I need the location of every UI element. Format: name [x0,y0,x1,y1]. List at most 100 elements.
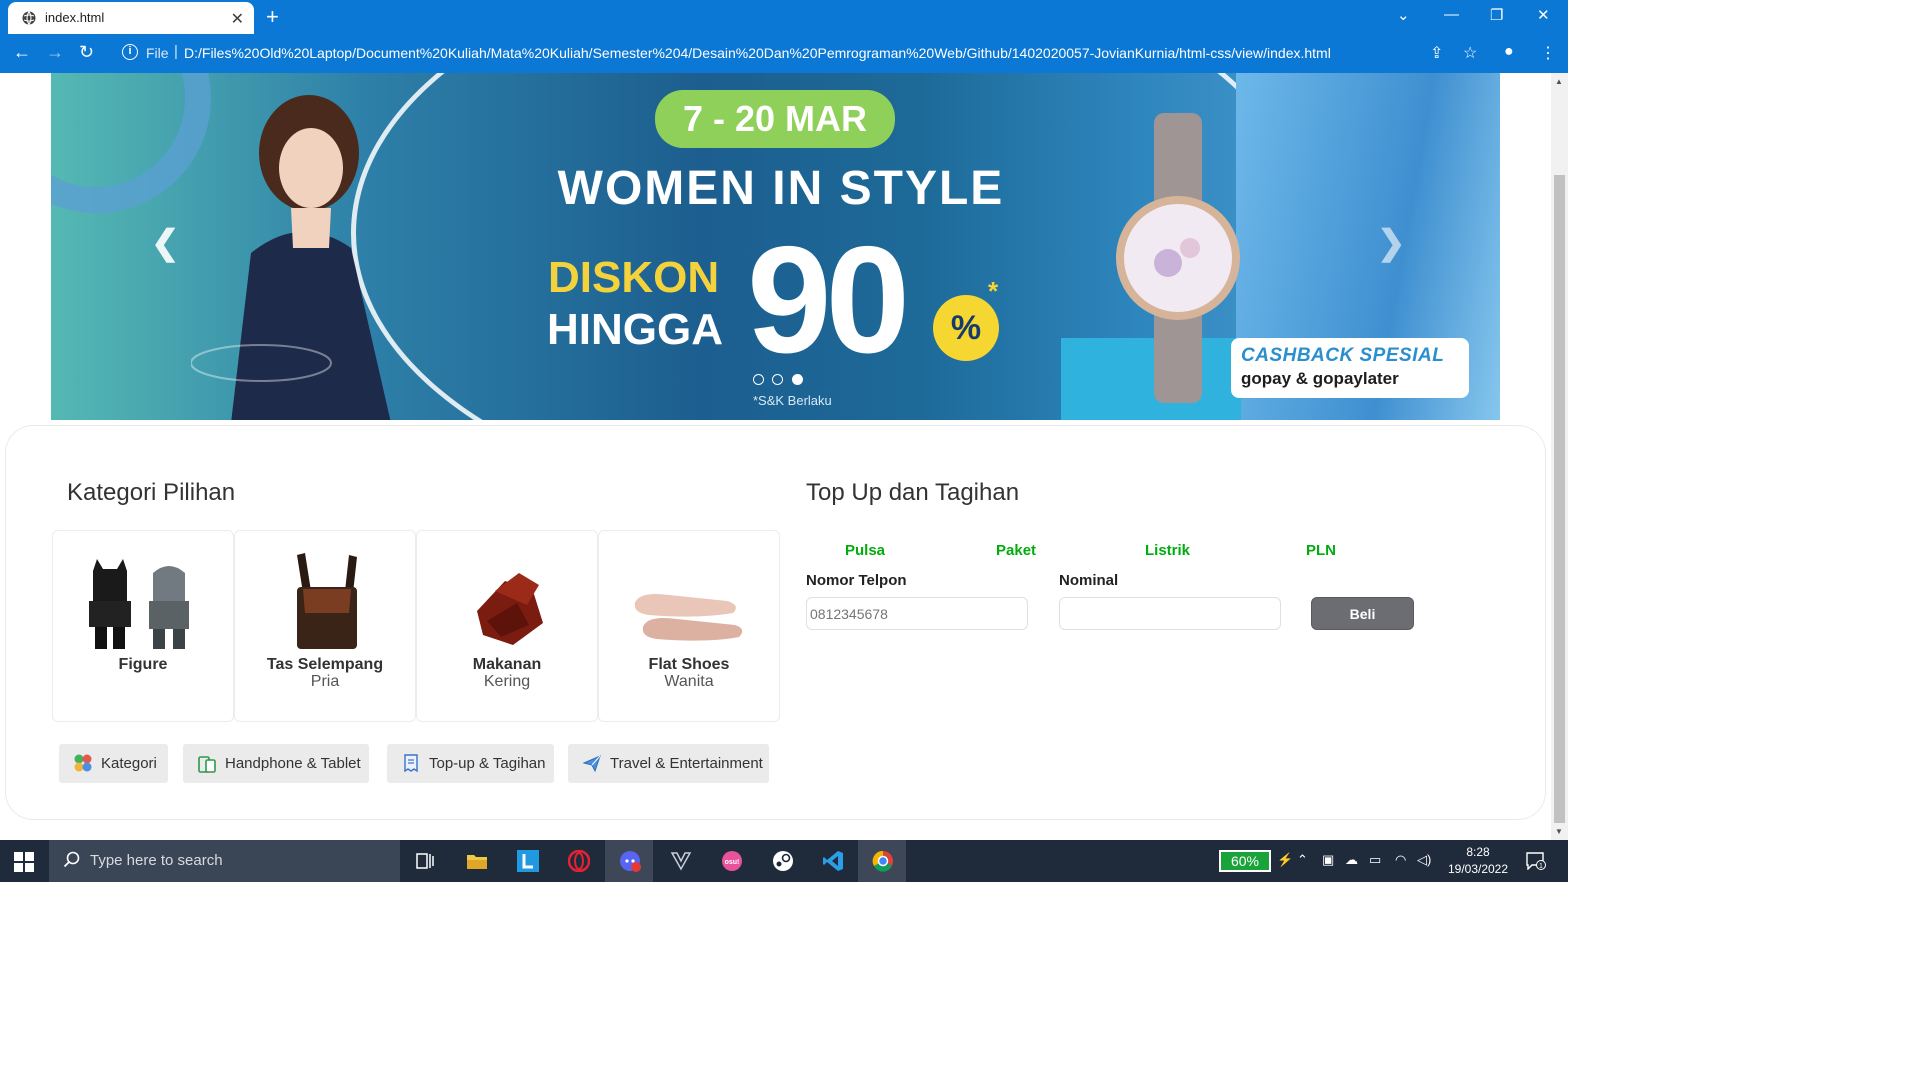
tab-search-icon[interactable]: ⌄ [1397,6,1410,24]
promo-date: 7 - 20 MAR [655,90,895,148]
carousel-next-icon[interactable]: ❯ [1377,223,1406,263]
promo-terms: *S&K Berlaku [753,393,832,408]
category-name: Flat Shoes [648,656,730,673]
browser-toolbar: ← → ↻ i File | D:/Files%20Old%20Laptop/D… [0,34,1568,73]
jerky-image [477,573,543,645]
carousel-prev-icon[interactable]: ❮ [151,223,180,263]
bookmark-star-icon[interactable]: ☆ [1463,43,1477,63]
chrome-icon [872,850,893,872]
chip-topup-tagihan[interactable]: Top-up & Tagihan [387,744,554,783]
chip-handphone-tablet[interactable]: Handphone & Tablet [183,744,369,783]
category-name: Makanan [472,656,542,673]
topup-tab-paket[interactable]: Paket [996,542,1036,559]
taskbar-steam[interactable] [758,840,806,882]
forward-icon[interactable]: → [46,42,64,63]
phone-label: Nomor Telpon [806,572,907,589]
category-card-tas-selempang[interactable]: Tas Selempang Pria [234,530,416,722]
cashback-badge: CASHBACK SPESIAL gopay & gopaylater [1231,338,1469,398]
chip-label: Kategori [101,755,157,772]
carousel-dot[interactable] [772,374,784,385]
scroll-down-icon[interactable]: ▼ [1555,827,1563,836]
scheme-label: File [146,45,169,61]
address-bar[interactable]: i File | D:/Files%20Old%20Laptop/Documen… [112,38,1490,69]
clock-date: 19/03/2022 [1447,862,1509,876]
notification-center-icon[interactable]: 1 [1526,852,1546,870]
nominal-input[interactable] [1059,597,1281,630]
folder-icon [467,855,487,869]
taskbar-osu[interactable]: osu! [707,840,755,882]
topup-tab-pln[interactable]: PLN [1306,542,1336,559]
category-sub: Kering [483,673,531,690]
category-name: Figure [118,656,168,673]
category-card-flat-shoes[interactable]: Flat Shoes Wanita [598,530,780,722]
tab-close-icon[interactable]: ✕ [231,9,244,29]
cashback-title: CASHBACK SPESIAL [1241,345,1445,366]
page-scrollbar[interactable]: ▲ ▼ [1551,73,1568,840]
minimize-icon[interactable]: — [1444,6,1459,23]
carousel-indicators [753,372,807,390]
taskbar-clock[interactable]: 8:28 19/03/2022 [1442,844,1514,878]
window-close-icon[interactable]: ✕ [1537,6,1550,24]
carousel-dot[interactable] [753,374,764,385]
device-icon[interactable]: ▣ [1322,852,1334,868]
shoes-image [634,594,743,641]
battery-saver-icon[interactable]: ⚡ [1277,852,1293,868]
taskbar-search[interactable]: Type here to search [49,840,400,882]
globe-icon [22,11,36,25]
tablet-icon [198,756,216,773]
chip-travel-entertainment[interactable]: Travel & Entertainment [568,744,769,783]
category-card-figure[interactable]: Figure [52,530,234,722]
svg-text:osu!: osu! [725,859,740,866]
carousel-dot-active[interactable] [791,374,803,385]
taskbar-valorant[interactable] [656,840,704,882]
taskbar-chrome[interactable] [858,840,906,882]
receipt-icon [404,754,418,773]
taskbar-app-l[interactable] [503,840,551,882]
category-card-makanan[interactable]: Makanan Kering [416,530,598,722]
taskbar-opera[interactable] [554,840,602,882]
promo-asterisk: * [988,276,999,306]
site-info-icon[interactable]: i [122,44,138,60]
browser-tab-strip: index.html ✕ + ⌄ — ❐ ✕ [0,0,1568,34]
promo-headline: WOMEN IN STYLE [557,162,1005,215]
phone-input[interactable] [806,597,1028,630]
taskbar-vscode[interactable] [808,840,856,882]
new-tab-button[interactable]: + [266,4,279,30]
back-icon[interactable]: ← [13,42,31,63]
taskbar-file-explorer[interactable] [452,840,500,882]
battery-indicator[interactable]: 60% [1219,850,1271,872]
clock-time: 8:28 [1466,845,1490,859]
scrollbar-thumb[interactable] [1554,175,1565,823]
opera-icon [568,850,590,872]
share-icon[interactable]: ⇪ [1430,43,1443,63]
tray-chevron-icon[interactable]: ⌃ [1297,852,1308,868]
topup-tab-listrik[interactable]: Listrik [1145,542,1190,559]
restore-icon[interactable]: ❐ [1490,6,1503,24]
figure-image [89,559,189,649]
menu-kebab-icon[interactable]: ⋮ [1540,43,1556,63]
category-name: Tas Selempang [266,656,384,673]
windows-start-icon[interactable] [14,852,34,872]
steam-icon [773,851,793,871]
chip-kategori[interactable]: Kategori [59,744,168,783]
clover-icon [74,754,92,772]
promo-banner[interactable]: 7 - 20 MAR WOMEN IN STYLE DISKON HINGGA … [51,73,1500,420]
taskbar-discord[interactable] [605,840,653,882]
task-view-button[interactable] [400,840,448,882]
category-sub: Wanita [664,673,714,690]
screen: index.html ✕ + ⌄ — ❐ ✕ ← → ↻ i File | D:… [0,0,1568,882]
browser-tab[interactable]: index.html ✕ [8,2,254,34]
battery-icon[interactable]: ▭ [1369,852,1381,868]
scroll-up-icon[interactable]: ▲ [1555,77,1563,86]
taskbar: Type here to search osu! 60% ⚡ ⌃ ▣ ☁ ▭ ◠… [0,840,1568,882]
reload-icon[interactable]: ↻ [79,42,94,63]
profile-icon[interactable]: ● [1504,43,1514,61]
url-text[interactable]: D:/Files%20Old%20Laptop/Document%20Kulia… [184,45,1331,61]
topup-tab-pulsa[interactable]: Pulsa [845,542,885,559]
volume-icon[interactable]: ◁) [1417,852,1431,868]
valorant-icon [670,852,692,871]
promo-discount-value: 90 [747,215,910,385]
buy-button[interactable]: Beli [1311,597,1414,630]
wifi-icon[interactable]: ◠ [1395,852,1406,868]
onedrive-icon[interactable]: ☁ [1345,852,1358,868]
